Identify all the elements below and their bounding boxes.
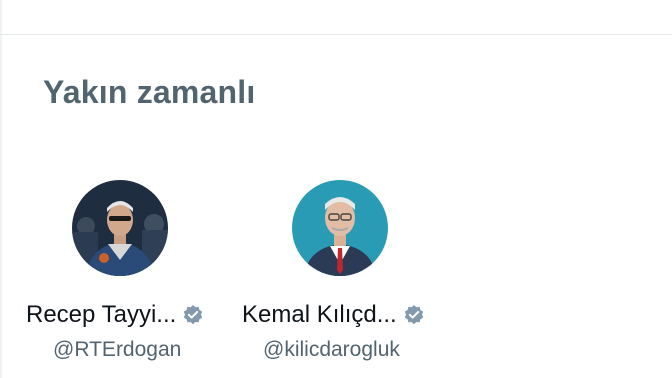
name-row: Recep Tayyi...: [10, 300, 240, 330]
account-handle: @kilicdarogluk: [263, 338, 400, 361]
section-title: Yakın zamanlı: [43, 74, 256, 110]
account-handle: @RTErdogan: [53, 338, 182, 361]
avatar-photo-icon: [72, 180, 168, 276]
recent-account-card[interactable]: Recep Tayyi... @RTErdogan: [10, 180, 240, 370]
name-row: Kemal Kılıçd...: [230, 300, 460, 330]
avatar[interactable]: [292, 180, 388, 276]
recent-account-card[interactable]: Kemal Kılıçd... @kilicdarogluk: [230, 180, 460, 370]
panel-left-border: [0, 0, 2, 378]
recent-searches-panel: Yakın zamanlı Recep Tayyi... @RTErdogan …: [0, 0, 672, 378]
avatar-photo-icon: [292, 180, 388, 276]
display-name: Recep Tayyi...: [26, 301, 177, 328]
verified-badge-icon: [184, 305, 203, 325]
verified-badge-icon: [404, 305, 423, 325]
avatar[interactable]: [72, 180, 168, 276]
header-divider: [0, 34, 672, 35]
display-name: Kemal Kılıçd...: [242, 301, 397, 328]
